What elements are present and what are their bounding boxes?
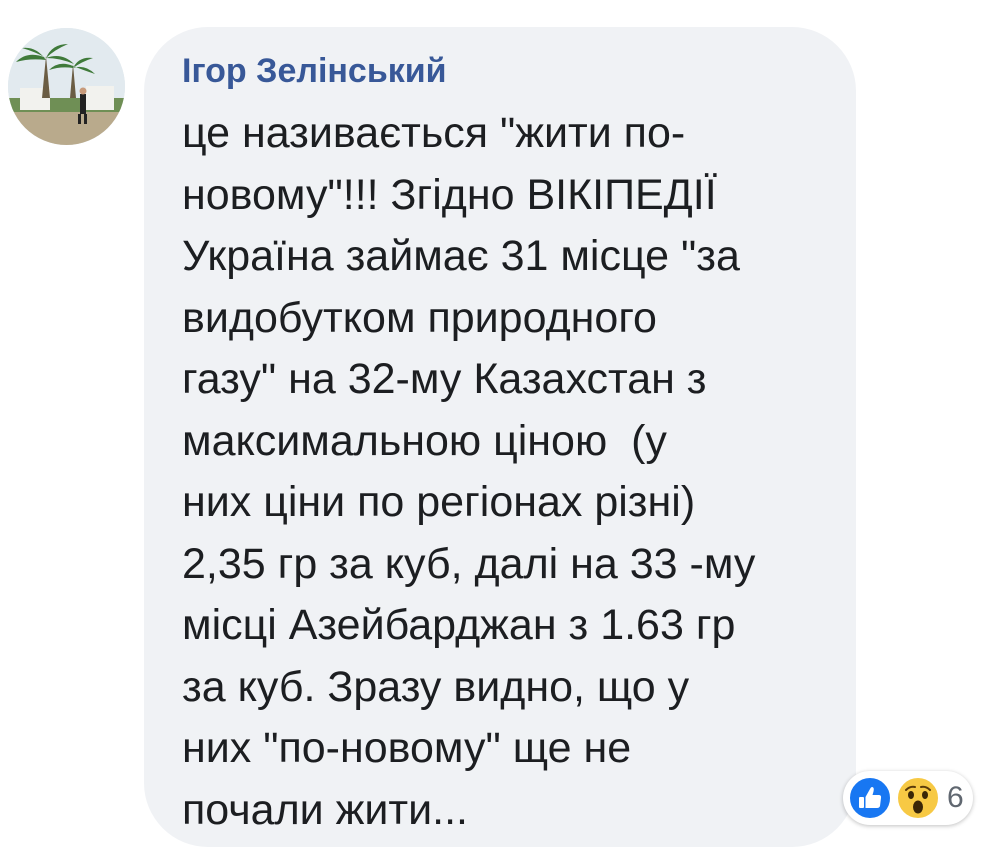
wow-icon (895, 775, 941, 821)
like-icon (847, 775, 893, 821)
author-avatar[interactable] (8, 28, 125, 145)
comment-text-line: них "по-новому" ще не (182, 724, 632, 772)
avatar-photo (8, 28, 125, 145)
comment-text-line: Україна займає 31 місце "за (182, 232, 740, 280)
comment-text-line: максимальною ціною (у (182, 416, 667, 465)
comment-text-line: це називається "жити по- (182, 109, 686, 157)
reaction-count: 6 (947, 781, 964, 814)
comment-text: це називається "жити по- новому"!!! Згід… (182, 103, 842, 841)
comment-text-line: видобутком природного (182, 293, 657, 342)
comment-text-line: 2,35 гр за куб, далі на 33 -му (182, 539, 756, 588)
comment-text-line: газу" на 32-му Казахстан з (182, 355, 707, 403)
reaction-summary[interactable]: 6 (843, 771, 973, 825)
comment-text-line: місці Азейбарджан з 1.63 гр (182, 601, 736, 649)
comment-text-line: почали жити... (182, 785, 468, 834)
comment-text-line: за куб. Зразу видно, що у (182, 662, 690, 711)
comment-author[interactable]: Ігор Зелінський (182, 46, 447, 96)
comment: Ігор Зелінський це називається "жити по-… (0, 0, 997, 850)
comment-text-line: них ціни по регіонах різні) (182, 478, 696, 526)
comment-text-line: новому"!!! Згідно ВІКІПЕДІЇ (182, 170, 717, 219)
